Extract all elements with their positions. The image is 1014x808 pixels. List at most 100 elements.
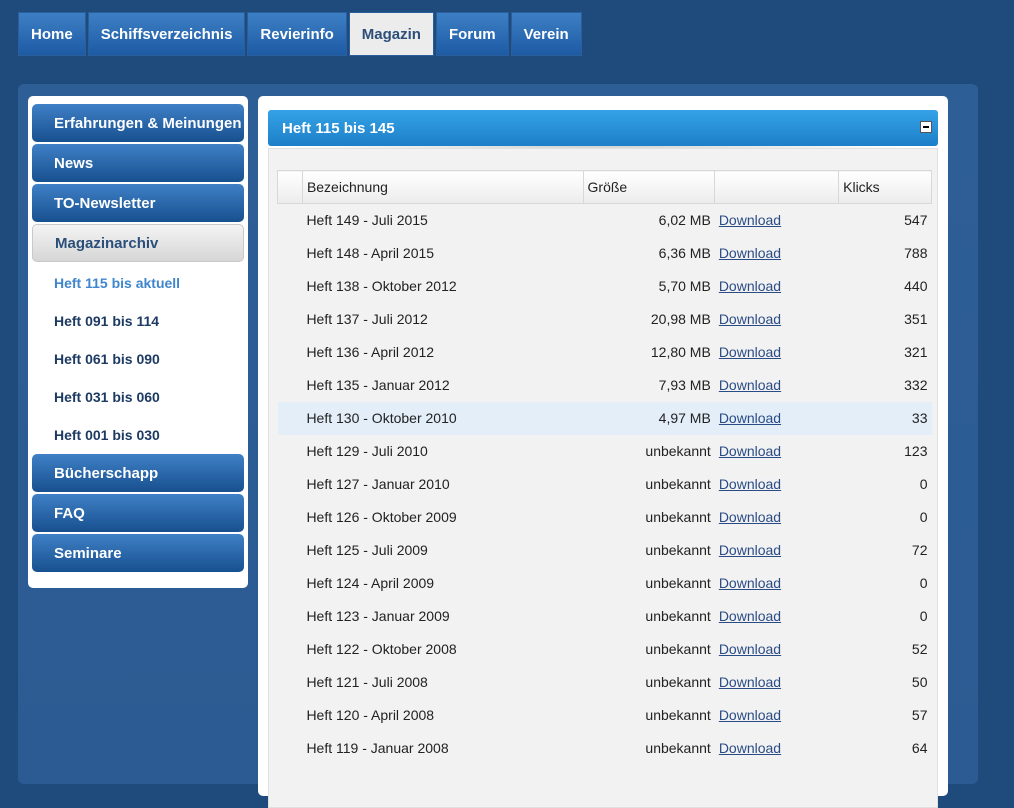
column-header-klicks[interactable]: Klicks (838, 170, 932, 204)
download-link[interactable]: Download (719, 245, 781, 261)
download-link[interactable]: Download (719, 740, 781, 756)
download-cell: Download (715, 303, 839, 336)
table-row: Heft 135 - Januar 2012 7,93 MB Download 332 (278, 369, 932, 402)
sidebar-subitem-heft-001[interactable]: Heft 001 bis 030 (32, 416, 244, 454)
download-link[interactable]: Download (719, 410, 781, 426)
row-spacer (278, 600, 303, 633)
issue-name: Heft 137 - Juli 2012 (306, 311, 428, 327)
download-link[interactable]: Download (719, 575, 781, 591)
issue-name: Heft 124 - April 2009 (306, 575, 435, 591)
table-header-row: Bezeichnung Größe Klicks (277, 170, 932, 204)
nav-tab-forum[interactable]: Forum (435, 12, 509, 56)
download-cell: Download (715, 204, 839, 237)
sidebar-item-buecherschapp[interactable]: Bücherschapp (32, 454, 244, 492)
issue-size: unbekannt (645, 542, 711, 558)
sidebar-item-magazinarchiv[interactable]: Magazinarchiv (32, 224, 244, 262)
table-row: Heft 124 - April 2009 unbekannt Download 0 (278, 567, 932, 600)
row-spacer (278, 237, 303, 270)
issue-name: Heft 127 - Januar 2010 (306, 476, 450, 492)
issue-name: Heft 135 - Januar 2012 (306, 377, 450, 393)
table-row: Heft 129 - Juli 2010 unbekannt Download 123 (278, 435, 932, 468)
nav-tab-magazin[interactable]: Magazin (348, 12, 434, 56)
nav-tab-home[interactable]: Home (18, 12, 86, 56)
issue-clicks: 72 (911, 542, 928, 558)
download-link[interactable]: Download (719, 278, 781, 294)
issue-clicks: 57 (911, 707, 928, 723)
column-header-name[interactable]: Bezeichnung (301, 170, 584, 204)
issue-clicks: 33 (838, 401, 932, 435)
download-link[interactable]: Download (719, 311, 781, 327)
row-spacer (278, 633, 303, 666)
sidebar-item-news[interactable]: News (32, 144, 244, 182)
collapse-icon[interactable] (920, 121, 932, 133)
download-link[interactable]: Download (719, 608, 781, 624)
issue-name: Heft 149 - Juli 2015 (306, 212, 428, 229)
table-row: Heft 121 - Juli 2008 unbekannt Download 50 (278, 666, 932, 699)
issue-clicks: 0 (919, 476, 928, 492)
download-cell: Download (715, 435, 839, 468)
download-link[interactable]: Download (719, 509, 781, 525)
row-spacer (278, 534, 303, 567)
table-row: Heft 123 - Januar 2009 unbekannt Download 0 (278, 600, 932, 633)
issue-clicks: 440 (904, 278, 928, 294)
table-row: Heft 148 - April 2015 6,36 MB Download 788 (278, 237, 932, 270)
download-cell: Download (715, 369, 839, 402)
sidebar-subitem-heft-091[interactable]: Heft 091 bis 114 (32, 302, 244, 340)
issue-size: unbekannt (645, 443, 711, 459)
download-cell: Download (715, 699, 839, 732)
issue-size: unbekannt (645, 608, 711, 624)
panel-header: Heft 115 bis 145 (268, 110, 938, 146)
download-link[interactable]: Download (719, 443, 781, 459)
table-row: Heft 127 - Januar 2010 unbekannt Download 0 (278, 468, 932, 501)
issue-size: 7,93 MB (658, 377, 711, 393)
issue-name: Heft 121 - Juli 2008 (306, 674, 428, 690)
column-header-select (277, 170, 303, 204)
download-link[interactable]: Download (719, 377, 781, 393)
issue-clicks: 0 (919, 575, 928, 591)
sidebar-item-seminare[interactable]: Seminare (32, 534, 244, 572)
row-spacer (278, 303, 303, 336)
nav-tab-schiffsverzeichnis[interactable]: Schiffsverzeichnis (87, 12, 246, 56)
download-link[interactable]: Download (719, 212, 781, 228)
download-link[interactable]: Download (719, 674, 781, 690)
issue-clicks: 332 (904, 377, 928, 393)
sidebar-item-faq[interactable]: FAQ (32, 494, 244, 532)
download-link[interactable]: Download (719, 707, 781, 723)
issue-clicks: 0 (919, 608, 928, 624)
issue-clicks: 0 (919, 509, 928, 525)
issue-clicks: 50 (911, 674, 928, 690)
nav-tab-verein[interactable]: Verein (510, 12, 582, 56)
table-row: Heft 119 - Januar 2008 unbekannt Download 6… (278, 732, 932, 765)
panel-title: Heft 115 bis 145 (282, 119, 395, 137)
sidebar-subitem-heft-115[interactable]: Heft 115 bis aktuell (32, 264, 244, 302)
download-cell: Download (715, 501, 839, 534)
download-link[interactable]: Download (719, 641, 781, 657)
sidebar-item-newsletter[interactable]: TO-Newsletter (32, 184, 244, 222)
issue-size: unbekannt (645, 641, 711, 657)
top-navigation: Home Schiffsverzeichnis Revierinfo Magaz… (18, 12, 582, 56)
row-spacer (278, 336, 303, 369)
sidebar-subitem-heft-031[interactable]: Heft 031 bis 060 (32, 378, 244, 416)
nav-tab-revierinfo[interactable]: Revierinfo (247, 12, 347, 56)
download-cell: Download (715, 270, 839, 303)
download-link[interactable]: Download (719, 542, 781, 558)
issue-name: Heft 148 - April 2015 (306, 245, 435, 261)
issue-clicks: 64 (911, 740, 928, 756)
column-header-size[interactable]: Größe (582, 170, 716, 204)
download-cell: Download (715, 567, 839, 600)
issue-size: 4,97 MB (583, 401, 715, 435)
row-spacer (278, 501, 303, 534)
download-cell: Download (715, 666, 839, 699)
table-row: Heft 122 - Oktober 2008 unbekannt Download… (278, 633, 932, 666)
sidebar-subitem-heft-061[interactable]: Heft 061 bis 090 (32, 340, 244, 378)
download-link[interactable]: Download (719, 476, 781, 492)
issue-size: 6,02 MB (658, 212, 711, 229)
issue-size: unbekannt (645, 509, 711, 525)
issue-name: Heft 120 - April 2008 (306, 707, 435, 723)
sidebar: Erfahrungen & Meinungen News TO-Newslett… (28, 96, 248, 588)
sidebar-item-erfahrungen[interactable]: Erfahrungen & Meinungen (32, 104, 244, 142)
issue-size: 5,70 MB (658, 278, 711, 294)
row-spacer (278, 666, 303, 699)
download-link[interactable]: Download (719, 344, 781, 360)
table-row: Heft 130 - Oktober 2010 4,97 MB Download 33 (277, 401, 932, 435)
